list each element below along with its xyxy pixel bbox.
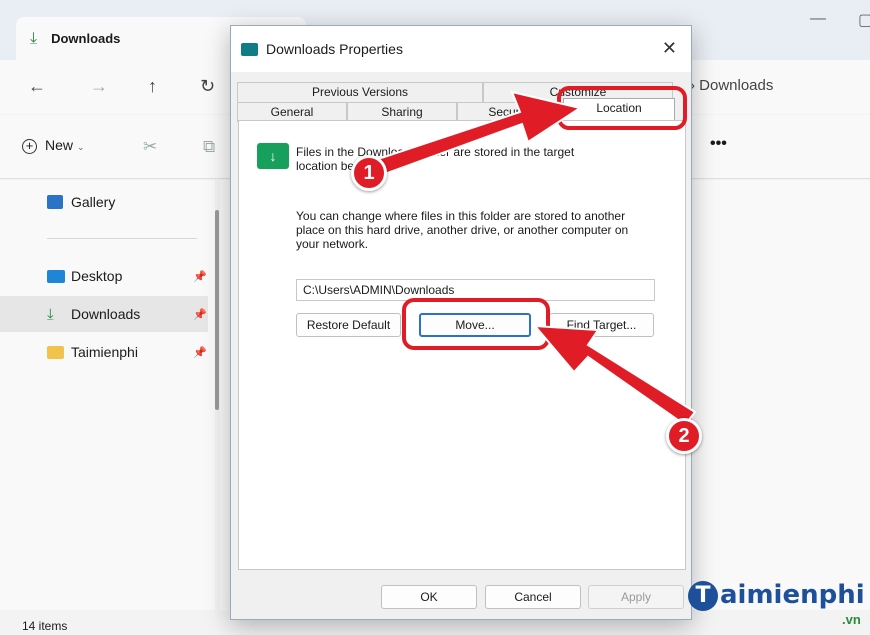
arrow-to-location-tab: [358, 90, 583, 182]
step-1-badge: 1: [351, 155, 387, 191]
arrow-to-move-button: [532, 324, 697, 427]
annotation-arrows: [358, 90, 697, 427]
watermark-tld: .vn: [842, 612, 861, 627]
watermark-logo: Taimienphi: [688, 580, 865, 611]
step-2-badge: 2: [666, 418, 702, 454]
